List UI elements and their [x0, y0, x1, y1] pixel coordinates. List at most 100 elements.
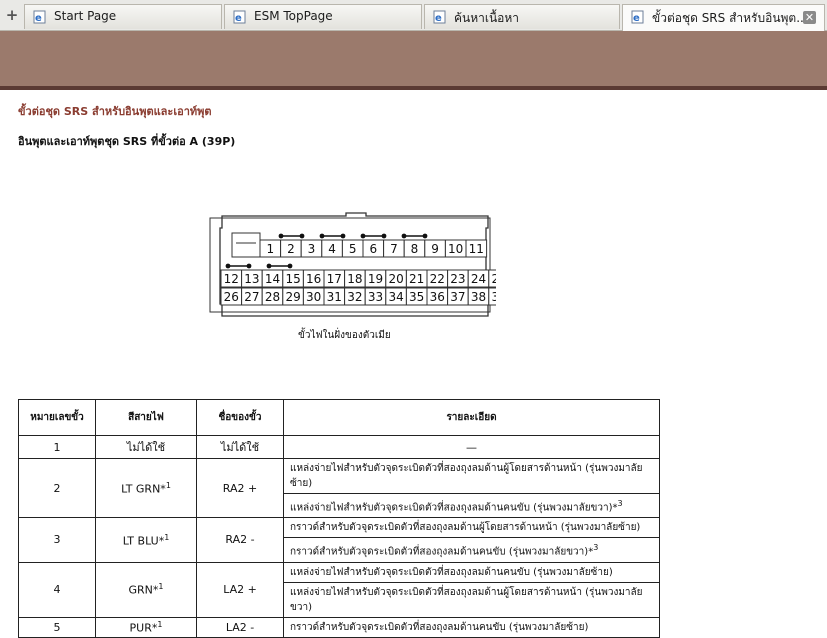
- table-row: 5 PUR*1 LA2 - กราวด์สำหรับตัวจุดระเบิดตัวที…: [18, 616, 660, 638]
- header-pin: หมายเลขขั้ว: [18, 399, 96, 436]
- tab-bar: + e Start Page e ESM TopPage e ค้นหาเนื้…: [0, 0, 827, 31]
- close-tab-icon[interactable]: ✕: [803, 11, 816, 24]
- pin-number: 12: [224, 272, 239, 286]
- pin-number: 8: [411, 242, 419, 256]
- pin-number: 15: [285, 272, 300, 286]
- tab-label: ขั้วต่อชุด SRS สำหรับอินพุต...: [652, 11, 808, 25]
- pin-number: 18: [347, 272, 362, 286]
- shorting-bar-dot: [287, 263, 293, 269]
- pin-number: 23: [450, 272, 465, 286]
- page-icon: e: [33, 10, 46, 24]
- cell-wire-color: LT BLU*1: [95, 517, 197, 563]
- table-row: 4 GRN*1 LA2 + แหล่งจ่ายไฟสำหรับตัวจุดระเบิด…: [18, 561, 660, 618]
- shorting-bar-dot: [225, 263, 231, 269]
- pin-number: 21: [409, 272, 424, 286]
- pin-number: 38: [471, 290, 486, 304]
- pin-number: 22: [430, 272, 445, 286]
- cell-terminal-name: ไม่ได้ใช้: [196, 435, 284, 459]
- table-row: 1 ไม่ได้ใช้ ไม่ได้ใช้ —: [18, 435, 660, 459]
- connector-latch: [231, 232, 261, 258]
- pin-number: 32: [347, 290, 362, 304]
- pin-number: 35: [409, 290, 424, 304]
- shorting-bar-dot: [246, 263, 252, 269]
- cell-wire-color: LT GRN*1: [95, 457, 197, 519]
- pin-number: 20: [388, 272, 403, 286]
- shorting-bar-dot: [319, 233, 325, 239]
- cell-wire-color: ไม่ได้ใช้: [95, 435, 197, 459]
- table-row: 2 LT GRN*1 RA2 + แหล่งจ่ายไฟสำหรับตัวจุดระเ…: [18, 457, 660, 519]
- new-tab-button[interactable]: +: [4, 5, 20, 25]
- connector-caption: ขั้วไฟในฝั่งของตัวเมีย: [298, 330, 391, 341]
- tab-esm-toppage[interactable]: e ESM TopPage: [224, 4, 422, 29]
- pin-number: 19: [368, 272, 383, 286]
- pin-number: 10: [448, 242, 463, 256]
- pin-number: 26: [224, 290, 239, 304]
- cell-pin-number: 4: [18, 561, 96, 618]
- pin-number: 36: [430, 290, 445, 304]
- pin-number: 27: [244, 290, 259, 304]
- pin-number: 7: [390, 242, 398, 256]
- page-subtitle: อินพุตและเอาท์พุตชุด SRS ที่ขั้วต่อ A (3…: [18, 135, 236, 148]
- page-icon: e: [631, 10, 644, 24]
- cell-detail: แหล่งจ่ายไฟสำหรับตัวจุดระเบิดตัวที่สองถุ…: [283, 561, 660, 583]
- pin-number: 24: [471, 272, 486, 286]
- cell-detail: —: [283, 435, 660, 459]
- pin-number: 5: [349, 242, 357, 256]
- cell-pin-number: 1: [18, 435, 96, 459]
- svg-text:e: e: [633, 13, 640, 24]
- pin-number: 1: [266, 242, 274, 256]
- cell-pin-number: 3: [18, 517, 96, 563]
- terminal-table: หมายเลขขั้ว สีสายไฟ ชื่อของขั้ว รายละเอี…: [18, 399, 660, 638]
- footnote-mark: 1: [158, 582, 164, 592]
- pin-number: 34: [388, 290, 403, 304]
- cell-detail: แหล่งจ่ายไฟสำหรับตัวจุดระเบิดตัวที่สองถุ…: [283, 492, 660, 519]
- cell-detail: แหล่งจ่ายไฟสำหรับตัวจุดระเบิดตัวที่สองถุ…: [283, 458, 660, 494]
- table-row: 3 LT BLU*1 RA2 - กราวด์สำหรับตัวจุดระเบิดตั…: [18, 517, 660, 563]
- page-icon: e: [433, 10, 446, 24]
- cell-pin-number: 2: [18, 457, 96, 519]
- shorting-bar-dot: [422, 233, 428, 239]
- tab-start-page[interactable]: e Start Page: [24, 4, 222, 29]
- shorting-bar-dot: [401, 233, 407, 239]
- svg-text:e: e: [435, 13, 442, 24]
- shorting-bar-dot: [381, 233, 387, 239]
- svg-text:e: e: [235, 13, 242, 24]
- footnote-mark: 3: [593, 543, 599, 553]
- footnote-mark: 1: [164, 532, 170, 542]
- pin-number: 37: [450, 290, 465, 304]
- cell-wire-color: PUR*1: [95, 616, 197, 638]
- shorting-bar-dot: [299, 233, 305, 239]
- shorting-bar-dot: [266, 263, 272, 269]
- cell-terminal-name: LA2 +: [196, 561, 284, 618]
- pin-number: 2: [287, 242, 295, 256]
- pin-number: 3: [308, 242, 316, 256]
- pin-number: 25: [491, 272, 496, 286]
- pin-number: 6: [369, 242, 377, 256]
- tab-label: ESM TopPage: [254, 9, 333, 23]
- footnote-mark: 3: [617, 499, 623, 508]
- pin-number: 4: [328, 242, 336, 256]
- tab-search-content[interactable]: e ค้นหาเนื้อหา: [424, 4, 620, 29]
- cell-detail: กราวด์สำหรับตัวจุดระเบิดตัวที่สองถุงลมด้…: [283, 517, 660, 539]
- shorting-bar-dot: [360, 233, 366, 239]
- pin-number: 14: [265, 272, 280, 286]
- table-header-row: หมายเลขขั้ว สีสายไฟ ชื่อของขั้ว รายละเอี…: [18, 399, 660, 436]
- tab-srs-connector[interactable]: e ขั้วต่อชุด SRS สำหรับอินพุต... ✕: [622, 4, 825, 31]
- pin-number: 29: [285, 290, 300, 304]
- page-icon: e: [233, 10, 246, 24]
- cell-detail: กราวด์สำหรับตัวจุดระเบิดตัวที่สองถุงลมด้…: [283, 616, 660, 638]
- pin-number: 31: [327, 290, 342, 304]
- pin-number: 16: [306, 272, 321, 286]
- shorting-bar-dot: [340, 233, 346, 239]
- cell-terminal-name: LA2 -: [196, 616, 284, 638]
- cell-terminal-name: RA2 -: [196, 517, 284, 563]
- pin-number: 11: [469, 242, 484, 256]
- pin-number: 13: [244, 272, 259, 286]
- footnote-mark: 1: [165, 480, 171, 490]
- footnote-mark: 1: [157, 619, 163, 629]
- cell-detail: กราวด์สำหรับตัวจุดระเบิดตัวที่สองถุงลมด้…: [283, 537, 660, 563]
- cell-wire-color: GRN*1: [95, 561, 197, 618]
- pin-number: 28: [265, 290, 280, 304]
- pin-number: 39: [491, 290, 496, 304]
- connector-diagram: 1 2 3 4 5 6 7 8 9 10 1112 13 14 15 16 17 18 19 20 21 22 23 24 2…: [209, 212, 496, 317]
